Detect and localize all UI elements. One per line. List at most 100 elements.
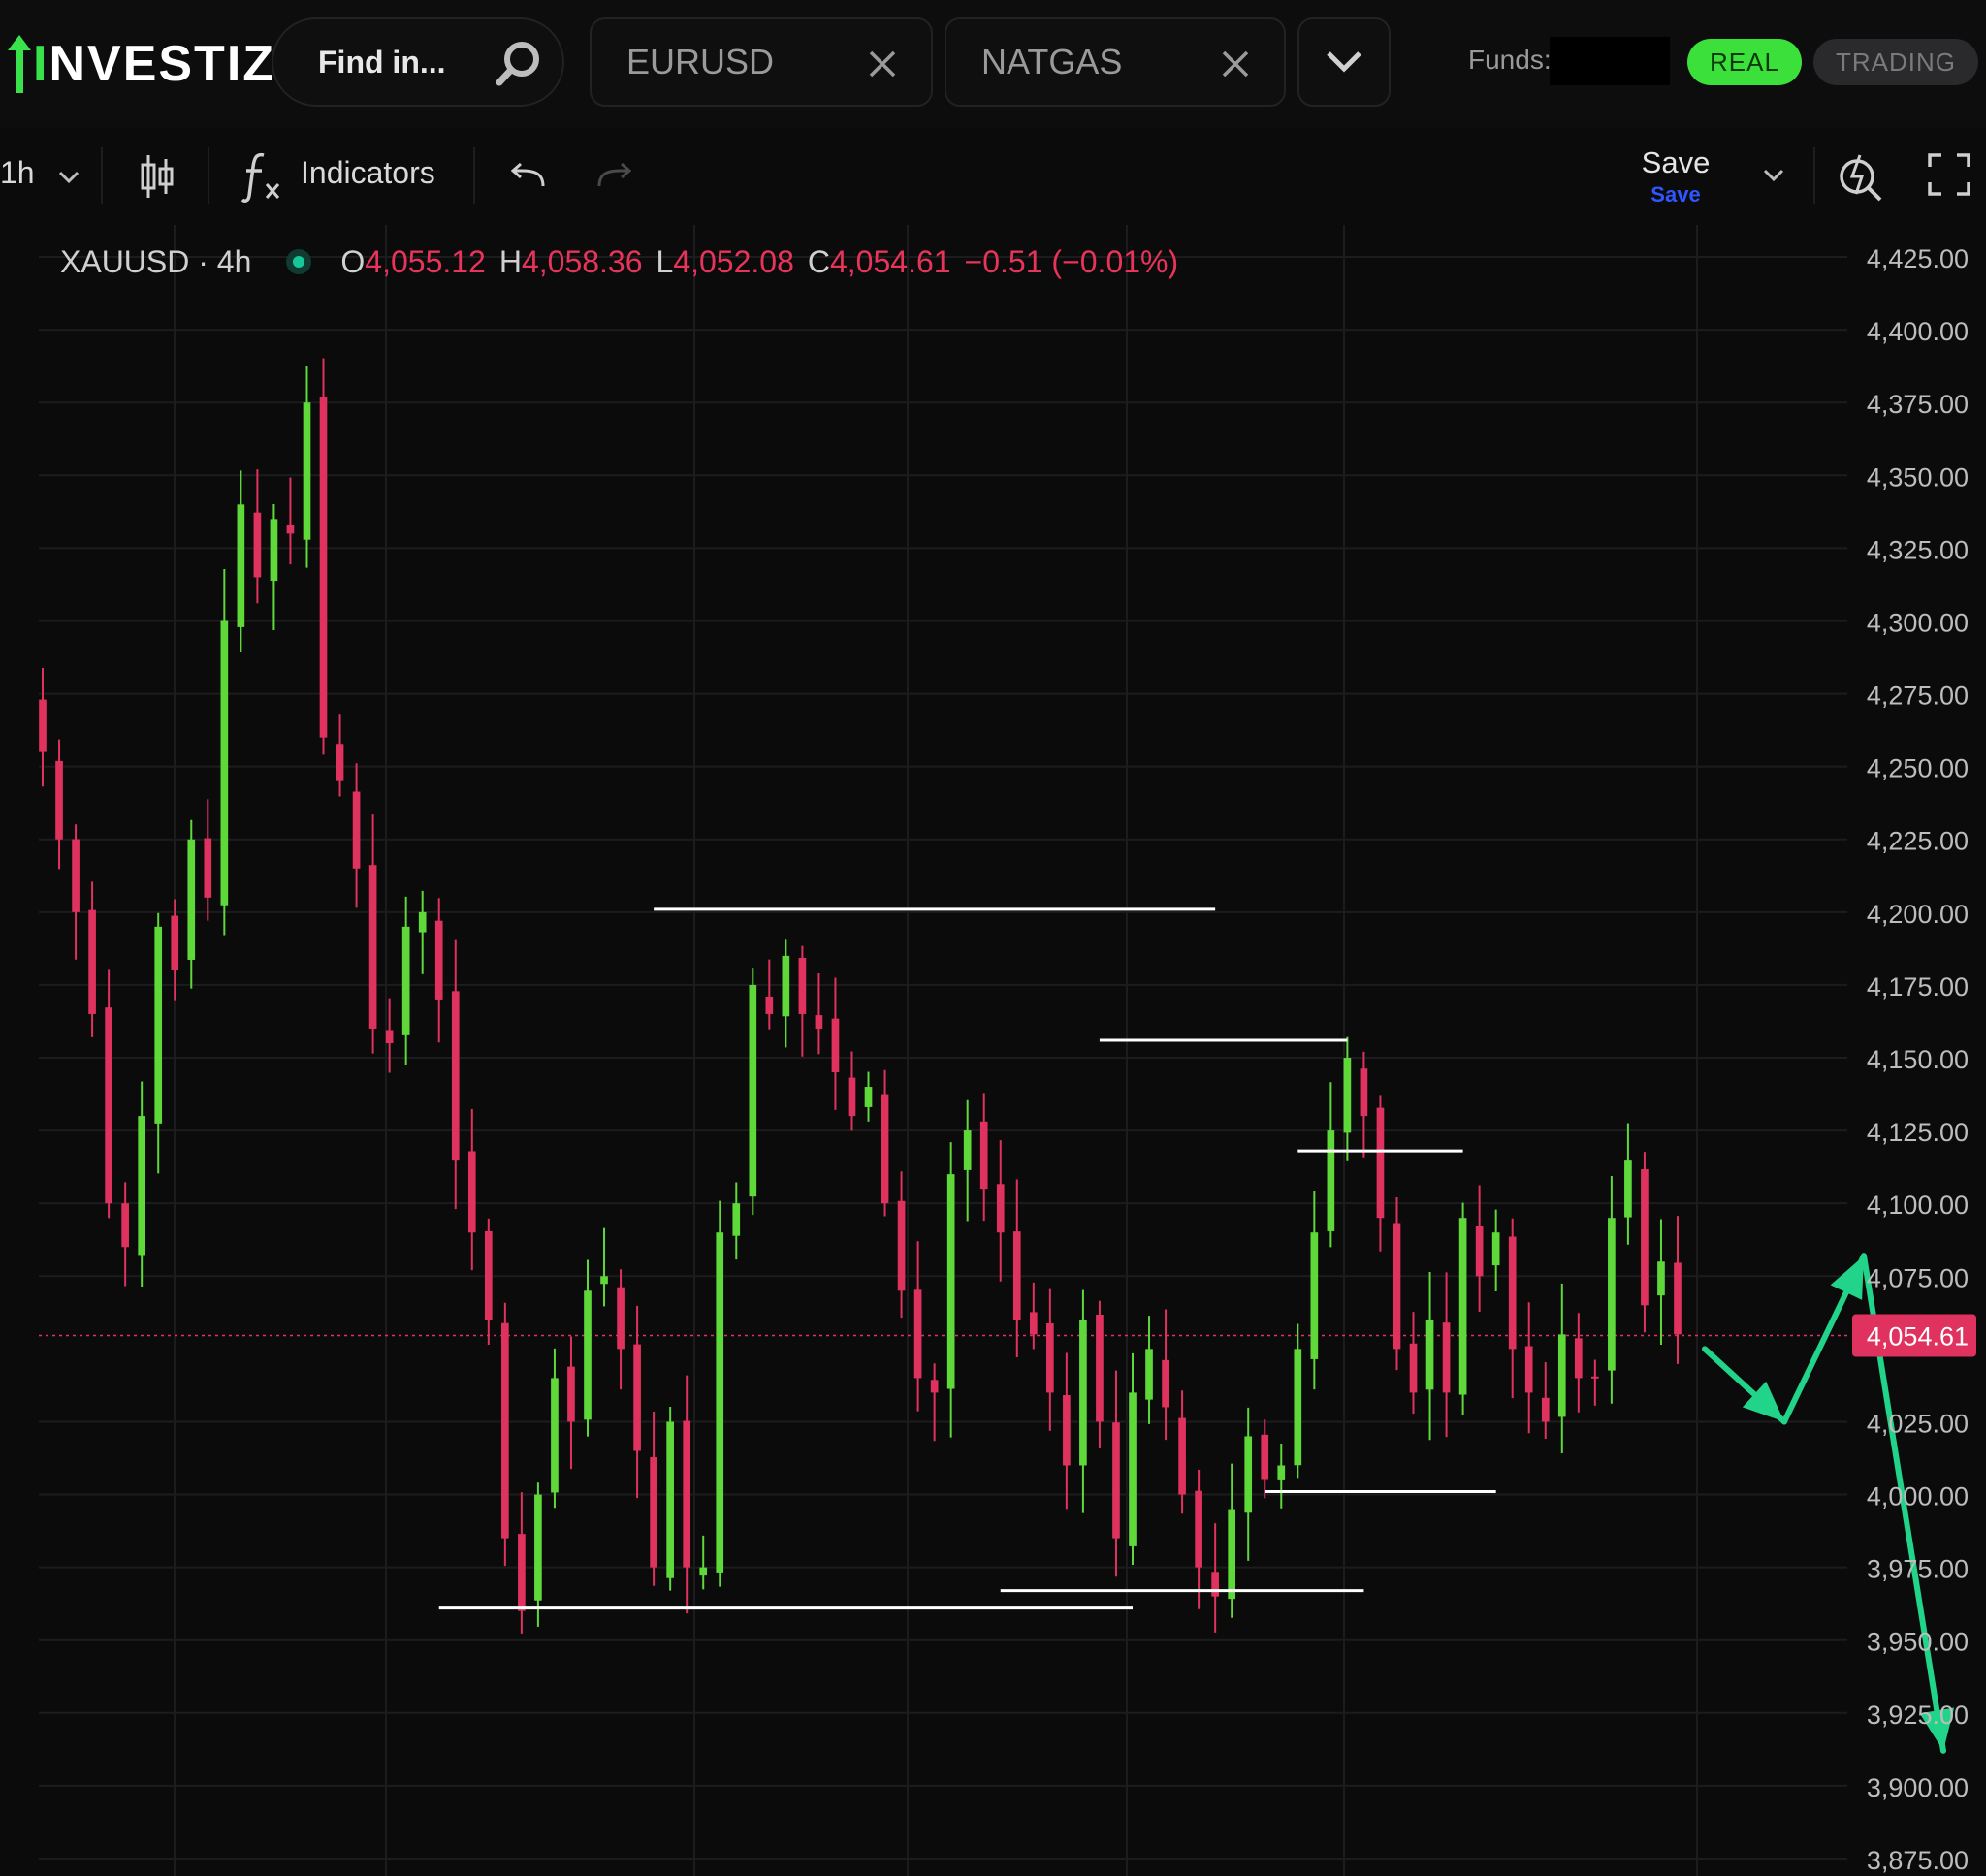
candle-body <box>1574 1338 1583 1379</box>
tabs-dropdown-button[interactable] <box>1297 17 1391 107</box>
candle-body <box>913 1289 922 1379</box>
candle-body <box>1557 1334 1566 1417</box>
y-tick-label: 4,250.00 <box>1867 754 1969 783</box>
candle-body <box>897 1200 906 1291</box>
tab-eurusd[interactable]: EURUSD <box>590 17 933 107</box>
search-icon[interactable] <box>491 37 545 91</box>
save-sub-label: Save <box>1650 182 1701 207</box>
candle-body <box>1012 1231 1021 1320</box>
candle-body <box>1608 1218 1616 1371</box>
candle-body <box>1376 1107 1385 1219</box>
y-tick-label: 4,425.00 <box>1867 244 1969 273</box>
tab-natgas[interactable]: NATGAS <box>945 17 1286 107</box>
candle-body <box>138 1116 146 1256</box>
chevron-down-icon[interactable] <box>1761 167 1786 184</box>
y-tick-label: 4,025.00 <box>1867 1409 1969 1438</box>
candle-body <box>1244 1436 1253 1513</box>
chart-pane[interactable]: 4,425.00 4,400.00 4,375.00 4,350.00 4,325.00… <box>0 225 1986 1876</box>
price-chart[interactable]: 4,425.00 4,400.00 4,375.00 4,350.00 4,325.00… <box>0 225 1986 1876</box>
y-tick-label: 4,200.00 <box>1867 900 1969 929</box>
candle-body <box>1508 1236 1517 1350</box>
candle-body <box>1029 1312 1038 1335</box>
symbol-title[interactable]: XAUUSD · 4h <box>60 244 251 279</box>
brand-logo[interactable]: INVESTIZO <box>8 25 316 103</box>
candle-body <box>237 504 245 627</box>
close-icon[interactable] <box>863 45 902 83</box>
candle-body <box>617 1287 625 1350</box>
candle-body <box>1409 1343 1418 1393</box>
candle-body <box>1294 1349 1302 1466</box>
divider <box>208 147 209 204</box>
candle-body <box>1524 1346 1533 1393</box>
y-tick-label: 3,925.00 <box>1867 1701 1969 1730</box>
candle-body <box>319 396 328 738</box>
function-icon[interactable] <box>240 149 285 204</box>
y-tick-label: 4,150.00 <box>1867 1045 1969 1074</box>
candle-body <box>336 744 344 781</box>
candle-body <box>633 1344 641 1451</box>
candle-body <box>732 1203 741 1236</box>
candle-body <box>584 1290 592 1420</box>
search-input[interactable]: Find in... <box>272 17 564 107</box>
y-tick-label: 4,275.00 <box>1867 682 1969 711</box>
y-tick-label: 4,375.00 <box>1867 390 1969 419</box>
open-value: 4,055.12 <box>365 244 486 279</box>
candle-body <box>979 1121 988 1190</box>
candle-body <box>749 984 757 1197</box>
candle-body <box>1475 1225 1484 1277</box>
save-button[interactable]: Save Save <box>1639 145 1713 207</box>
change-value: −0.51 (−0.01%) <box>964 244 1179 279</box>
candle-body <box>418 911 427 933</box>
y-tick-label: 4,325.00 <box>1867 535 1969 564</box>
y-tick-label: 4,000.00 <box>1867 1482 1969 1511</box>
divider <box>473 147 475 204</box>
mode-trading-toggle[interactable]: TRADING <box>1813 39 1978 85</box>
candle-body <box>1195 1490 1202 1568</box>
candle-body <box>270 519 278 582</box>
logo-arrow-icon <box>8 35 31 93</box>
candle-body <box>930 1380 939 1393</box>
close-icon[interactable] <box>1216 45 1255 83</box>
tab-label: EURUSD <box>626 42 775 81</box>
candle-body <box>253 512 262 578</box>
candles-icon[interactable] <box>138 153 176 200</box>
y-tick-label: 4,400.00 <box>1867 317 1969 346</box>
open-label: O <box>340 244 366 279</box>
indicators-button[interactable]: Indicators <box>301 155 435 191</box>
candle-body <box>600 1276 608 1285</box>
interval-selector[interactable]: 1h <box>0 155 35 191</box>
alert-icon[interactable] <box>1837 149 1885 204</box>
price-axis: 4,425.00 4,400.00 4,375.00 4,350.00 4,325.00… <box>1852 244 1976 1875</box>
candle-body <box>963 1130 972 1170</box>
candle-body <box>204 838 212 898</box>
candle-body <box>1425 1320 1434 1390</box>
y-tick-label: 3,900.00 <box>1867 1773 1969 1802</box>
y-tick-label: 4,175.00 <box>1867 972 1969 1002</box>
redo-icon[interactable] <box>595 161 634 190</box>
candle-body <box>1657 1261 1665 1296</box>
candle-body <box>1261 1434 1269 1480</box>
candle-body <box>1491 1232 1500 1266</box>
candle-body <box>815 1015 823 1029</box>
close-label: C <box>807 244 830 279</box>
candle-body <box>946 1174 955 1389</box>
candle-body <box>551 1378 559 1493</box>
tab-label: NATGAS <box>981 42 1123 81</box>
y-tick-label: 3,975.00 <box>1867 1555 1969 1584</box>
candle-body <box>88 909 96 1014</box>
candle-body <box>650 1456 657 1568</box>
candle-body <box>1310 1232 1319 1359</box>
candle-body <box>484 1230 493 1320</box>
candle-body <box>798 957 807 1014</box>
candle-body <box>1442 1322 1451 1393</box>
y-tick-label: 4,225.00 <box>1867 827 1969 856</box>
candle-body <box>765 996 774 1014</box>
candle-body <box>39 699 47 752</box>
chevron-down-icon[interactable] <box>56 169 81 186</box>
undo-icon[interactable] <box>508 161 547 190</box>
fullscreen-icon[interactable] <box>1926 151 1972 198</box>
chevron-down-icon <box>1327 51 1361 73</box>
search-placeholder: Find in... <box>318 44 446 79</box>
candle-body <box>171 915 179 970</box>
mode-real-toggle[interactable]: REAL <box>1687 39 1802 85</box>
